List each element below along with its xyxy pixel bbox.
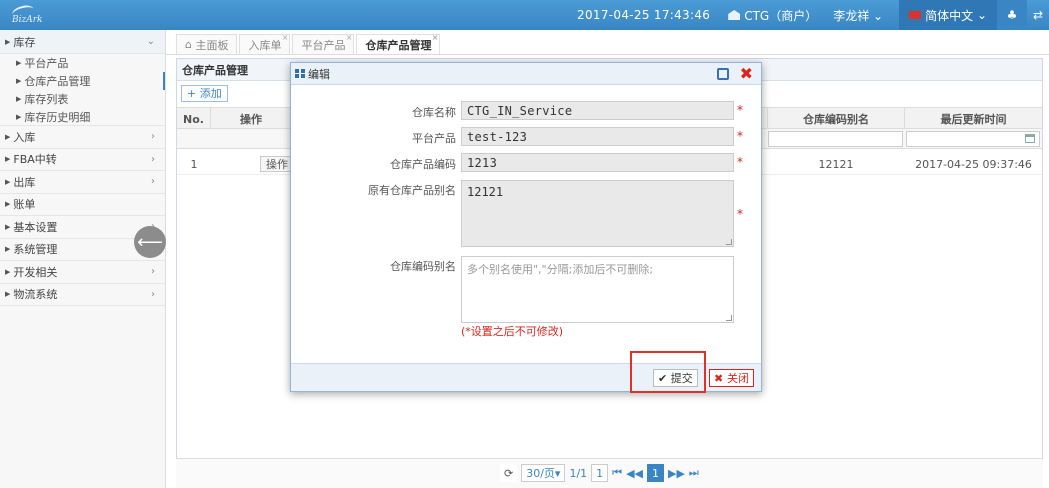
org-selector[interactable]: CTG（商户） [728, 7, 817, 24]
alias-filter-input[interactable] [768, 131, 903, 147]
tab-bar: ⌂ 主面板 入库单 × 平台产品 × 仓库产品管理 × [176, 32, 442, 54]
close-button[interactable]: ✖ 关闭 [709, 369, 755, 387]
home-icon: ⌂ [185, 38, 196, 51]
sidebar-item-dev[interactable]: ▶ 开发相关 › [0, 261, 165, 284]
col-warehouse-code-alias[interactable]: 仓库编码别名 [767, 108, 905, 130]
close-tab-icon[interactable]: × [432, 33, 439, 42]
sidebar-item-logistics[interactable]: ▶ 物流系统 › [0, 284, 165, 306]
arrow-left-icon: ⟵ [137, 231, 163, 253]
pager: ⟳ 30/页 ▾ 1/1 1 ⏮ ◀◀ 1 ▶▶ ⏭ [500, 464, 703, 482]
sidebar-subitem-inventory-list[interactable]: ▶ 库存列表 [0, 90, 165, 108]
platform-product-field: test-123 [461, 127, 734, 146]
caret-right-icon: ▶ [5, 37, 11, 46]
sidebar-subitem-warehouse-product[interactable]: ▶ 仓库产品管理 [0, 72, 165, 90]
resize-grip-icon[interactable] [726, 315, 732, 321]
warehouse-name-label: 仓库名称 [412, 106, 456, 119]
tab-dashboard[interactable]: ⌂ 主面板 [176, 34, 238, 54]
required-mark: * [737, 129, 743, 143]
warehouse-name-field: CTG_IN_Service [461, 101, 734, 120]
user-menu[interactable]: 李龙祥 ⌄ [833, 7, 883, 24]
sidebar-subitem-platform-product[interactable]: ▶ 平台产品 [0, 54, 165, 72]
collapse-sidebar-button[interactable]: ⟵ [134, 226, 166, 258]
tab-warehouse-product[interactable]: 仓库产品管理 × [356, 33, 441, 54]
grid-icon [295, 69, 305, 78]
last-page-icon[interactable]: ⏭ [689, 466, 699, 480]
current-page[interactable]: 1 [646, 464, 664, 482]
readonly-hint: (*设置之后不可修改) [461, 325, 564, 338]
resize-grip-icon[interactable] [726, 239, 732, 245]
chevron-right-icon: › [151, 288, 155, 300]
top-bar: BizArk 2017-04-25 17:43:46 CTG（商户） 李龙祥 ⌄… [0, 0, 1049, 30]
tab-platform-product[interactable]: 平台产品 × [292, 33, 355, 54]
row-no: 1 [190, 157, 198, 171]
calendar-icon[interactable] [1025, 134, 1035, 143]
next-page-icon[interactable]: ▶▶ [668, 467, 685, 480]
plus-icon: + [187, 86, 200, 100]
row-updated: 2017-04-25 09:37:46 [915, 157, 1032, 171]
chevron-right-icon: › [151, 176, 155, 188]
current-datetime: 2017-04-25 17:43:46 [577, 8, 711, 22]
close-x-icon: ✖ [714, 371, 728, 385]
sidebar-subitem-inventory-history[interactable]: ▶ 库存历史明细 [0, 108, 165, 126]
close-icon[interactable]: ✖ [740, 64, 753, 83]
highlight-box [630, 351, 706, 393]
col-operation: 操作 [240, 113, 262, 126]
row-operation-button[interactable]: 操作 [260, 156, 294, 172]
first-page-icon[interactable]: ⏮ [612, 466, 622, 480]
switch-icon[interactable]: ⇄ [1027, 0, 1049, 30]
china-flag-icon [909, 11, 922, 19]
prev-page-icon[interactable]: ◀◀ [626, 467, 643, 480]
col-last-updated[interactable]: 最后更新时间 [905, 108, 1042, 130]
sidebar-item-inventory[interactable]: ▶ 库存 ⌄ [0, 30, 165, 54]
edit-dialog: 编辑 ✖ 仓库名称 CTG_IN_Service * 平台产品 test-123… [290, 62, 762, 392]
page-count: 1/1 [569, 466, 588, 480]
product-code-label: 仓库产品编码 [390, 158, 456, 171]
page-input[interactable]: 1 [591, 464, 609, 482]
row-alias: 12121 [818, 157, 854, 171]
language-selector[interactable]: 简体中文 ⌄ [899, 0, 997, 30]
sidebar-item-outbound[interactable]: ▶ 出库 › [0, 171, 165, 194]
chevron-right-icon: › [151, 153, 155, 165]
page-size-select[interactable]: 30/页 ▾ [521, 464, 566, 482]
sidebar: ▶ 库存 ⌄ ▶ 平台产品 ▶ 仓库产品管理 ▶ 库存列表 ▶ 库存历史明细 ▶ 入库 › ▶ F… [0, 30, 166, 488]
chevron-right-icon: › [151, 266, 155, 278]
required-mark: * [737, 207, 743, 221]
app-logo[interactable]: BizArk [8, 3, 48, 26]
warehouse-alias-textarea[interactable]: 多个别名使用","分隔;添加后不可删除; [461, 256, 734, 323]
platform-product-label: 平台产品 [412, 132, 456, 145]
dialog-title: 编辑 [308, 67, 330, 81]
product-code-field: 1213 [461, 153, 734, 172]
date-filter-input[interactable] [906, 131, 1040, 147]
sidebar-item-inbound[interactable]: ▶ 入库 › [0, 126, 165, 149]
sidebar-item-fba[interactable]: ▶ FBA中转 › [0, 149, 165, 171]
refresh-icon[interactable]: ⟳ [500, 464, 518, 482]
dialog-header: 编辑 ✖ [291, 63, 761, 85]
close-tab-icon[interactable]: × [282, 33, 289, 42]
original-alias-label: 原有仓库产品别名 [368, 184, 456, 197]
required-mark: * [737, 155, 743, 169]
warehouse-alias-label: 仓库编码别名 [390, 260, 456, 273]
maximize-icon[interactable] [717, 68, 729, 80]
required-mark: * [737, 103, 743, 117]
add-button[interactable]: + 添加 [181, 84, 228, 102]
col-no: No. [177, 108, 211, 130]
chevron-right-icon: › [151, 131, 155, 143]
original-alias-textarea: 12121 [461, 180, 734, 247]
building-icon [728, 10, 741, 20]
tree-icon[interactable]: ♣ [997, 0, 1027, 30]
close-tab-icon[interactable]: × [346, 33, 353, 42]
chevron-down-icon: ⌄ [146, 36, 155, 47]
tab-inbound-order[interactable]: 入库单 × [239, 33, 291, 54]
sidebar-item-billing[interactable]: ▶ 账单 [0, 194, 165, 216]
